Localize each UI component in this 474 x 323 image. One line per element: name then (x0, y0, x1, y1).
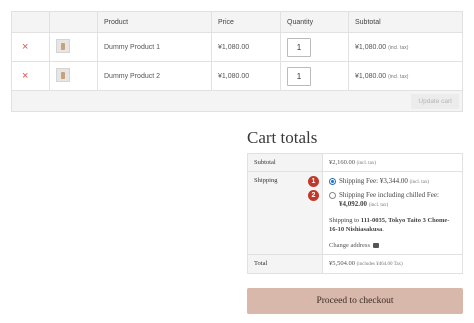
shipping-option[interactable]: 2 Shipping Fee including chilled Fee: ¥4… (308, 190, 456, 210)
table-row: × Dummy Product 2 ¥1,080.00 ¥1,080.00 (i… (11, 61, 463, 91)
cart-header-row: Product Price Quantity Subtotal (11, 11, 463, 33)
header-quantity: Quantity (280, 11, 349, 33)
cart-table: Product Price Quantity Subtotal × Dummy … (11, 11, 463, 112)
tax-note: (includes ¥464.00 Tax) (356, 262, 403, 267)
product-thumbnail[interactable] (56, 39, 70, 53)
change-address-link[interactable]: Change address (329, 242, 379, 249)
shipping-destination: Shipping to 111-0035, Tokyo Taito 3 Chom… (329, 216, 456, 234)
shipping-cell: 1 Shipping Fee: ¥3,344.00 (incl. tax) 2 … (308, 171, 463, 255)
ship-to-suffix: . (382, 226, 384, 233)
subtotal-amount: ¥1,080.00 (355, 72, 387, 80)
cart-totals-table: Subtotal ¥2,160.00 (incl. tax) Shipping … (247, 153, 463, 274)
update-cart-button[interactable]: Update cart (411, 93, 459, 109)
table-row: × Dummy Product 1 ¥1,080.00 ¥1,080.00 (i… (11, 32, 463, 62)
product-name[interactable]: Dummy Product 2 (97, 61, 212, 91)
cart-totals-title: Cart totals (247, 128, 318, 147)
shipping-option-text: Shipping Fee: (339, 177, 380, 185)
tax-note: (incl. tax) (368, 203, 389, 208)
step-badge: 1 (308, 176, 319, 187)
shipping-option-label[interactable]: Shipping Fee including chilled Fee: ¥4,0… (339, 191, 456, 210)
shipping-radio[interactable] (329, 192, 336, 199)
shipping-option-amount: ¥3,344.00 (379, 177, 408, 185)
subtotal-amount: ¥1,080.00 (355, 43, 387, 51)
header-product: Product (97, 11, 212, 33)
header-subtotal: Subtotal (348, 11, 463, 33)
quantity-input[interactable] (287, 37, 311, 57)
shipping-radio[interactable] (329, 178, 336, 185)
total-cell: ¥5,504.00 (includes ¥464.00 Tax) (322, 254, 463, 274)
product-price: ¥1,080.00 (211, 61, 281, 91)
quantity-input[interactable] (287, 66, 311, 86)
tax-note: (incl. tax) (356, 161, 377, 166)
proceed-to-checkout-button[interactable]: Proceed to checkout (247, 288, 463, 314)
total-label: Total (247, 254, 323, 274)
product-subtotal: ¥1,080.00 (incl. tax) (348, 32, 463, 62)
step-badge: 2 (308, 190, 319, 201)
cart-actions-row: Update cart (11, 90, 463, 112)
product-thumbnail[interactable] (56, 68, 70, 82)
header-remove (11, 11, 50, 33)
totals-shipping-row: Shipping 1 Shipping Fee: ¥3,344.00 (incl… (247, 171, 463, 255)
subtotal-cell: ¥2,160.00 (incl. tax) (322, 153, 463, 172)
product-name[interactable]: Dummy Product 1 (97, 32, 212, 62)
tax-note: (incl. tax) (409, 180, 430, 185)
shipping-option[interactable]: 1 Shipping Fee: ¥3,344.00 (incl. tax) (308, 176, 456, 187)
totals-total-row: Total ¥5,504.00 (includes ¥464.00 Tax) (247, 254, 463, 274)
close-icon[interactable]: × (18, 70, 28, 82)
shipping-option-amount: ¥4,092.00 (339, 200, 367, 208)
truck-icon (372, 243, 379, 248)
change-address-label: Change address (329, 242, 370, 249)
shipping-option-text: Shipping Fee including chilled Fee: (339, 191, 439, 199)
subtotal-label: Subtotal (247, 153, 323, 172)
total-value: ¥5,504.00 (329, 260, 355, 267)
tax-note: (incl. tax) (388, 44, 409, 51)
shipping-option-label[interactable]: Shipping Fee: ¥3,344.00 (incl. tax) (339, 177, 429, 187)
subtotal-value: ¥2,160.00 (329, 159, 355, 166)
totals-subtotal-row: Subtotal ¥2,160.00 (incl. tax) (247, 153, 463, 172)
tax-note: (incl. tax) (388, 73, 409, 80)
header-thumbnail (49, 11, 98, 33)
header-price: Price (211, 11, 281, 33)
product-subtotal: ¥1,080.00 (incl. tax) (348, 61, 463, 91)
product-price: ¥1,080.00 (211, 32, 281, 62)
ship-to-prefix: Shipping to (329, 217, 361, 224)
shipping-methods: 1 Shipping Fee: ¥3,344.00 (incl. tax) 2 … (308, 176, 456, 249)
close-icon[interactable]: × (18, 41, 28, 53)
